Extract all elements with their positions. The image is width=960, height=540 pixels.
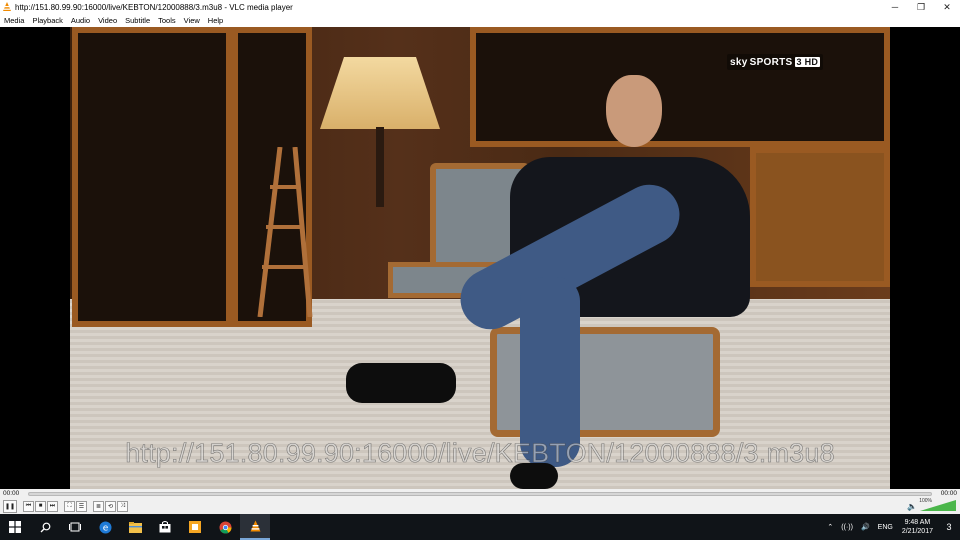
pause-button[interactable]: ❚❚ <box>3 499 17 513</box>
person-head <box>606 75 662 147</box>
control-bar: ❚❚ ⏮ ■ ⏭ ⛶ ☰ ≣ ⟲ ⤨ 🔈 100% <box>0 498 960 514</box>
system-tray: ⌃ ((·)) 🔊 ENG 9:48 AM 2/21/2017 3 <box>823 514 960 540</box>
volume-control: 🔈 100% <box>907 498 956 511</box>
bookcase-left <box>72 27 232 327</box>
channel-logo: sky SPORTS 3 HD <box>727 54 824 70</box>
stop-button[interactable]: ■ <box>35 500 46 512</box>
maximize-button[interactable]: ❐ <box>908 0 934 14</box>
task-view-icon[interactable] <box>60 514 90 540</box>
input-language[interactable]: ENG <box>874 524 897 531</box>
elapsed-time: 00:00 <box>3 490 20 497</box>
svg-text:e: e <box>102 523 108 533</box>
close-button[interactable]: ✕ <box>934 0 960 14</box>
video-area[interactable]: sky SPORTS 3 HD http://151.80.99.90:1600… <box>0 27 960 489</box>
random-button[interactable]: ⤨ <box>117 500 128 512</box>
windows-taskbar: e ⌃ ((·)) 🔊 ENG 9:48 AM 2/21/2017 3 <box>0 514 960 540</box>
menu-playback[interactable]: Playback <box>28 16 66 25</box>
office-icon[interactable] <box>180 514 210 540</box>
volume-percent: 100% <box>919 498 932 504</box>
seek-row: 00:00 00:00 <box>0 489 960 498</box>
chrome-icon[interactable] <box>210 514 240 540</box>
seek-slider[interactable] <box>28 491 932 496</box>
cabinet-right <box>750 147 890 287</box>
lamp-stem <box>376 127 384 207</box>
mute-icon[interactable]: 🔈 <box>907 502 917 511</box>
shoe-left <box>346 363 456 403</box>
start-icon[interactable] <box>0 514 30 540</box>
volume-slider[interactable]: 100% <box>919 498 956 511</box>
vlc-logo-icon <box>3 2 11 11</box>
menu-bar: Media Playback Audio Video Subtitle Tool… <box>0 14 960 27</box>
title-bar[interactable]: http://151.80.99.90:16000/live/KEBTON/12… <box>0 0 960 14</box>
previous-button[interactable]: ⏮ <box>23 500 34 512</box>
clock[interactable]: 9:48 AM 2/21/2017 <box>897 518 938 536</box>
ladder <box>257 147 313 317</box>
remaining-time[interactable]: 00:00 <box>932 490 960 497</box>
extended-settings-button[interactable]: ☰ <box>76 500 87 512</box>
vlc-window: http://151.80.99.90:16000/live/KEBTON/12… <box>0 0 960 540</box>
search-icon[interactable] <box>30 514 60 540</box>
menu-video[interactable]: Video <box>94 16 121 25</box>
store-icon[interactable] <box>150 514 180 540</box>
menu-view[interactable]: View <box>180 16 204 25</box>
notification-count: 3 <box>946 522 952 532</box>
wifi-icon[interactable]: ((·)) <box>837 524 857 531</box>
next-button[interactable]: ⏭ <box>47 500 58 512</box>
speaker-icon[interactable]: 🔊 <box>857 523 874 531</box>
clock-time: 9:48 AM <box>904 519 931 526</box>
channel-badge: 3 HD <box>794 57 821 67</box>
playlist-button[interactable]: ≣ <box>93 500 104 512</box>
bookcase-right <box>470 27 890 147</box>
menu-tools[interactable]: Tools <box>154 16 180 25</box>
channel-brand: sky <box>730 56 748 68</box>
menu-help[interactable]: Help <box>204 16 227 25</box>
action-center-icon[interactable]: 3 <box>938 514 960 540</box>
clock-date: 2/21/2017 <box>901 528 933 535</box>
fullscreen-button[interactable]: ⛶ <box>64 500 75 512</box>
tray-overflow-chevron-icon[interactable]: ⌃ <box>823 523 837 531</box>
menu-audio[interactable]: Audio <box>67 16 94 25</box>
window-title: http://151.80.99.90:16000/live/KEBTON/12… <box>15 2 293 12</box>
stream-url-overlay: http://151.80.99.90:16000/live/KEBTON/12… <box>125 438 835 469</box>
menu-media[interactable]: Media <box>0 16 28 25</box>
loop-button[interactable]: ⟲ <box>105 500 116 512</box>
menu-subtitle[interactable]: Subtitle <box>121 16 154 25</box>
video-frame <box>70 27 890 489</box>
channel-name: SPORTS <box>749 56 793 68</box>
minimize-button[interactable]: ─ <box>882 0 908 14</box>
vlc-icon[interactable] <box>240 514 270 540</box>
file-explorer-icon[interactable] <box>120 514 150 540</box>
edge-icon[interactable]: e <box>90 514 120 540</box>
